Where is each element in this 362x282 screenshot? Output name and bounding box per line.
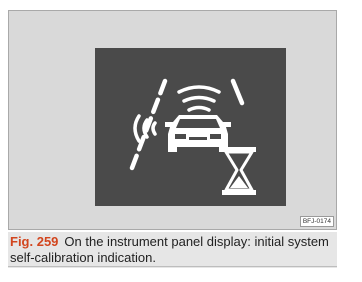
front-assist-calibration-icon (129, 78, 256, 195)
figure-caption: Fig. 259 On the instrument panel display:… (8, 232, 337, 268)
figure-frame: BFJ-0174 (8, 10, 337, 230)
caption-divider (8, 266, 337, 267)
figure-code: BFJ-0174 (299, 216, 334, 227)
figure-label: Fig. 259 (10, 234, 59, 249)
instrument-display-panel (95, 48, 286, 206)
